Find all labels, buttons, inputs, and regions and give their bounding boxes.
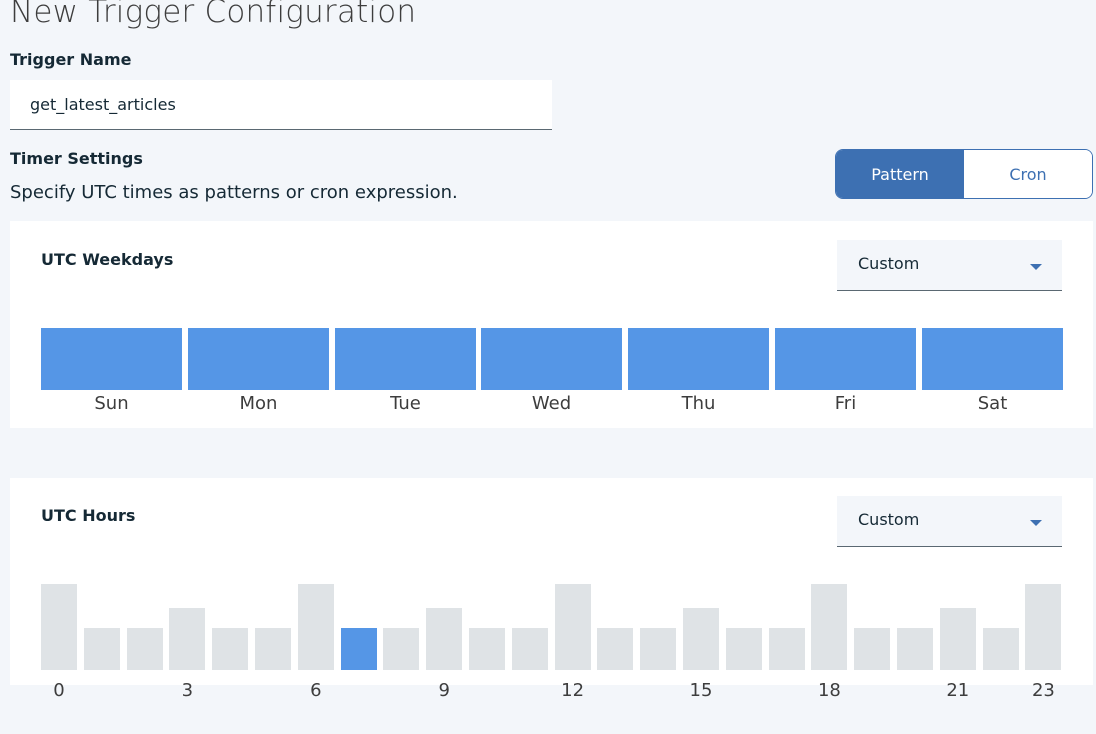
- timer-settings-label: Timer Settings: [10, 149, 143, 168]
- hour-toggle-0[interactable]: [41, 584, 77, 670]
- hour-toggle-16[interactable]: [725, 628, 762, 670]
- caret-down-icon: [1030, 264, 1042, 270]
- weekday-tue: Tue: [335, 328, 476, 414]
- weekday-label: Fri: [834, 393, 857, 414]
- hour-toggle-14[interactable]: [640, 628, 677, 670]
- weekday-sat: Sat: [922, 328, 1063, 414]
- hour-toggle-6[interactable]: [297, 584, 334, 670]
- weekday-toggle-mon[interactable]: [188, 328, 329, 390]
- weekday-sun: Sun: [41, 328, 182, 414]
- hour-label: 0: [53, 680, 65, 701]
- hour-toggle-2[interactable]: [126, 628, 163, 670]
- hour-toggle-12[interactable]: [554, 584, 591, 670]
- weekday-label: Thu: [681, 393, 716, 414]
- weekday-label: Sat: [977, 393, 1008, 414]
- hours-dropdown[interactable]: Custom: [837, 496, 1062, 547]
- weekday-toggle-sun[interactable]: [41, 328, 182, 390]
- weekday-toggle-sat[interactable]: [922, 328, 1063, 390]
- hour-toggle-15[interactable]: [683, 608, 719, 670]
- hour-toggle-9[interactable]: [426, 608, 463, 670]
- hour-toggle-5[interactable]: [255, 628, 291, 670]
- hour-toggle-23[interactable]: [1025, 584, 1062, 670]
- pattern-mode-button[interactable]: Pattern: [836, 150, 964, 198]
- hour-toggle-10[interactable]: [469, 628, 505, 670]
- hour-toggle-1[interactable]: [83, 628, 120, 670]
- page-title: New Trigger Configuration: [10, 0, 417, 30]
- hours-title: UTC Hours: [41, 506, 136, 525]
- weekday-toggle-wed[interactable]: [481, 328, 622, 390]
- weekday-toggle-thu[interactable]: [628, 328, 769, 390]
- hour-toggle-3[interactable]: [169, 608, 206, 670]
- hour-toggle-18[interactable]: [811, 584, 848, 670]
- hour-toggle-11[interactable]: [511, 628, 548, 670]
- weekdays-dropdown[interactable]: Custom: [837, 240, 1062, 291]
- hour-label: 6: [310, 680, 322, 701]
- caret-down-icon: [1030, 520, 1042, 526]
- hour-toggle-19[interactable]: [854, 628, 891, 670]
- weekdays-card: UTC Weekdays Custom Sun Mon Tue Wed Thu …: [10, 221, 1093, 428]
- hours-grid: 0 3 6 9 12 15 18 21 23: [41, 584, 1062, 734]
- weekday-label: Tue: [390, 393, 421, 414]
- trigger-name-label: Trigger Name: [10, 50, 132, 69]
- weekdays-title: UTC Weekdays: [41, 250, 174, 269]
- weekday-mon: Mon: [188, 328, 329, 414]
- hour-label: 3: [181, 680, 194, 701]
- hour-toggle-17[interactable]: [768, 628, 805, 670]
- weekday-toggle-tue[interactable]: [335, 328, 476, 390]
- hour-toggle-4[interactable]: [212, 628, 249, 670]
- weekday-fri: Fri: [775, 328, 916, 414]
- weekday-label: Sun: [94, 393, 129, 414]
- hours-card: UTC Hours Custom 0 3 6 9 12 15 18 21 23: [10, 478, 1093, 701]
- hour-toggle-22[interactable]: [982, 628, 1019, 670]
- weekday-label: Wed: [531, 393, 572, 414]
- weekday-label: Mon: [239, 393, 278, 414]
- hour-label: 21: [946, 680, 970, 701]
- weekdays-dropdown-value: Custom: [858, 254, 920, 273]
- trigger-name-input[interactable]: [10, 80, 552, 130]
- weekday-thu: Thu: [628, 328, 769, 414]
- cron-mode-button[interactable]: Cron: [964, 150, 1092, 198]
- timer-mode-switch: Pattern Cron: [835, 149, 1093, 199]
- timer-settings-description: Specify UTC times as patterns or cron ex…: [10, 182, 458, 203]
- hour-label: 23: [1031, 680, 1055, 701]
- hour-label: 12: [561, 680, 585, 701]
- hour-label: 9: [438, 680, 450, 701]
- hour-toggle-20[interactable]: [897, 628, 933, 670]
- weekday-toggle-fri[interactable]: [775, 328, 916, 390]
- hour-label: 18: [817, 680, 841, 701]
- hour-toggle-21[interactable]: [939, 608, 976, 670]
- hours-dropdown-value: Custom: [858, 510, 920, 529]
- weekday-wed: Wed: [481, 328, 622, 414]
- hour-label: 15: [689, 680, 713, 701]
- hour-toggle-7[interactable]: [340, 628, 377, 670]
- hour-toggle-8[interactable]: [383, 628, 420, 670]
- hour-toggle-13[interactable]: [597, 628, 634, 670]
